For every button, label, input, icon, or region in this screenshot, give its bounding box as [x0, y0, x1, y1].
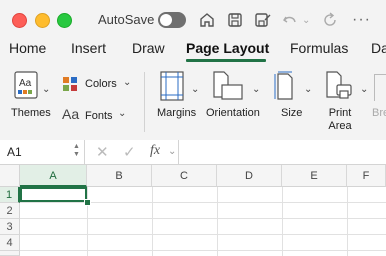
fonts-icon[interactable]: Aa [62, 106, 79, 122]
colors-icon[interactable] [62, 76, 78, 92]
formula-separator [178, 140, 179, 164]
name-box-stepper-icon[interactable]: ▲ ▼ [73, 143, 80, 159]
print-area-chevron-icon[interactable]: ⌄ [360, 84, 368, 95]
tab-insert[interactable]: Insert [71, 40, 106, 56]
row-header-partial [0, 251, 20, 256]
tab-page-layout[interactable]: Page Layout [186, 40, 269, 56]
column-header-c[interactable]: C [152, 165, 217, 187]
fx-chevron-icon[interactable]: ⌄ [168, 146, 176, 157]
print-area-label-line1[interactable]: Print [325, 107, 355, 119]
row-header-3[interactable]: 3 [0, 219, 20, 235]
home-icon[interactable] [197, 10, 217, 30]
svg-text:Aa: Aa [19, 78, 32, 89]
title-bar: AutoSave ⌄ ··· [0, 0, 386, 34]
undo-dropdown-chevron-icon[interactable]: ⌄ [302, 15, 310, 26]
tab-home[interactable]: Home [9, 40, 46, 56]
themes-icon[interactable]: Aa [14, 71, 38, 99]
autosave-label: AutoSave [98, 12, 155, 27]
print-area-label-line2[interactable]: Area [325, 120, 355, 132]
column-header-a[interactable]: A [20, 165, 87, 187]
zoom-window-button[interactable] [57, 13, 72, 28]
breaks-icon[interactable] [374, 74, 386, 101]
gridline [87, 187, 88, 256]
gridline [217, 187, 218, 256]
fonts-chevron-icon[interactable]: ⌄ [118, 108, 126, 119]
margins-chevron-icon[interactable]: ⌄ [191, 84, 199, 95]
toggle-knob [160, 14, 172, 26]
ribbon-tabs: Home Insert Draw Page Layout Formulas Da [0, 34, 386, 62]
themes-chevron-icon[interactable]: ⌄ [42, 84, 50, 95]
tab-formulas[interactable]: Formulas [290, 40, 348, 56]
size-icon[interactable] [274, 71, 296, 101]
orientation-label[interactable]: Orientation [206, 107, 260, 119]
row-header-2[interactable]: 2 [0, 203, 20, 219]
select-all-corner[interactable] [0, 165, 20, 187]
more-options-icon[interactable]: ··· [352, 11, 371, 29]
gridline [20, 202, 386, 203]
orientation-icon[interactable] [212, 71, 244, 101]
redo-icon[interactable] [320, 10, 340, 30]
gridline [152, 187, 153, 256]
name-box[interactable]: A1 ▲ ▼ [0, 140, 85, 164]
close-window-button[interactable] [12, 13, 27, 28]
margins-label[interactable]: Margins [157, 107, 196, 119]
colors-chevron-icon[interactable]: ⌄ [123, 77, 131, 88]
column-header-d[interactable]: D [217, 165, 282, 187]
tab-draw[interactable]: Draw [132, 40, 165, 56]
ribbon-page-layout: Aa ⌄ Themes Colors ⌄ Aa Fonts ⌄ ⌄ Margin… [0, 62, 386, 141]
column-header-f[interactable]: F [347, 165, 386, 187]
cancel-icon[interactable]: ✕ [96, 143, 109, 161]
column-header-b[interactable]: B [87, 165, 152, 187]
group-separator [144, 72, 145, 132]
themes-label[interactable]: Themes [11, 107, 51, 119]
size-label[interactable]: Size [281, 107, 302, 119]
save-as-icon[interactable] [252, 10, 272, 30]
enter-check-icon[interactable]: ✓ [123, 143, 136, 161]
orientation-chevron-icon[interactable]: ⌄ [252, 84, 260, 95]
tab-data-partial[interactable]: Da [371, 40, 386, 56]
minimize-window-button[interactable] [35, 13, 50, 28]
gridline [20, 250, 386, 251]
gridline [347, 187, 348, 256]
formula-bar: A1 ▲ ▼ ✕ ✓ fx ⌄ [0, 140, 386, 165]
column-header-e[interactable]: E [282, 165, 347, 187]
fill-handle[interactable] [84, 199, 91, 206]
undo-icon[interactable] [280, 10, 300, 30]
print-area-icon[interactable] [325, 71, 353, 101]
gridline [282, 187, 283, 256]
margins-icon[interactable] [160, 71, 184, 101]
fonts-label[interactable]: Fonts [85, 110, 113, 122]
insert-function-icon[interactable]: fx [150, 143, 160, 159]
gridline [20, 234, 386, 235]
breaks-label-partial[interactable]: Bre [372, 107, 386, 119]
colors-label[interactable]: Colors [85, 78, 117, 90]
active-cell-a1[interactable] [20, 187, 87, 202]
row-header-1[interactable]: 1 [0, 187, 20, 203]
gridline [20, 218, 386, 219]
size-chevron-icon[interactable]: ⌄ [304, 84, 312, 95]
name-box-value[interactable]: A1 [7, 145, 22, 159]
save-icon[interactable] [225, 10, 245, 30]
row-header-4[interactable]: 4 [0, 235, 20, 251]
autosave-toggle[interactable] [158, 12, 186, 28]
